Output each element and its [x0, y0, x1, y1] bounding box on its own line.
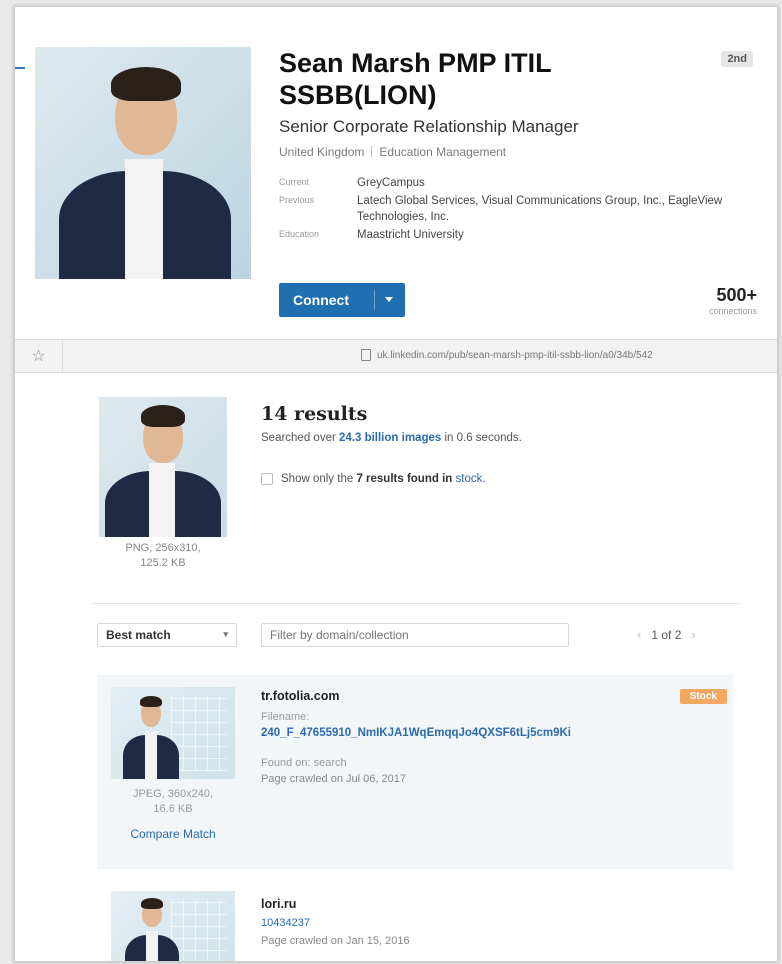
stock-count: 7 results found in	[356, 473, 453, 485]
profile-card: Sean Marsh PMP ITIL SSBB(LION) 2nd Senio…	[25, 21, 769, 339]
profile-location: United Kingdom Education Management	[279, 145, 506, 159]
chevron-down-icon: ▾	[223, 629, 228, 639]
connect-button[interactable]: Connect	[279, 283, 405, 317]
query-meta-line: 125.2 KB	[140, 557, 186, 569]
crawl-date: Page crawled on Jan 15, 2016	[261, 935, 410, 947]
sort-select[interactable]: Best match ▾	[97, 623, 237, 647]
screenshot-frame: Sean Marsh PMP ITIL SSBB(LION) 2nd Senio…	[14, 6, 778, 962]
stats-prefix: Searched over	[261, 432, 336, 444]
domain-filter-input[interactable]	[261, 623, 569, 647]
result-thumbnail[interactable]	[111, 687, 235, 779]
fact-key: Current	[279, 177, 310, 187]
list-item: JPEG, 360x240, 16.6 KB Compare Match tr.…	[97, 675, 733, 869]
search-stats: Searched over 24.3 billion images in 0.6…	[261, 432, 522, 444]
list-item: lori.ru 10434237 Page crawled on Jan 15,…	[97, 883, 733, 961]
connections-count: 500+ connections	[709, 285, 757, 316]
connections-label: connections	[708, 306, 757, 316]
person-illustration	[111, 891, 235, 961]
profile-headline: Senior Corporate Relationship Manager	[279, 117, 579, 136]
stats-count: 24.3 billion images	[339, 432, 442, 444]
results-count-title: 14 results	[261, 403, 368, 425]
url-bar: ☆ uk.linkedin.com/pub/sean-marsh-pmp-iti…	[15, 339, 777, 373]
profile-facts: Current GreyCampus Previous Latech Globa…	[279, 175, 747, 245]
stock-badge: Stock	[679, 689, 727, 704]
compare-match-link[interactable]: Compare Match	[103, 827, 243, 841]
connection-degree-badge: 2nd	[721, 51, 753, 67]
page-indicator: 1 of 2	[651, 627, 682, 642]
stock-link[interactable]: stock	[456, 473, 483, 485]
url-text: uk.linkedin.com/pub/sean-marsh-pmp-itil-…	[377, 349, 653, 361]
person-illustration	[99, 397, 227, 537]
fact-value[interactable]: Maastricht University	[357, 227, 747, 243]
query-image-meta: PNG, 256x310, 125.2 KB	[99, 541, 227, 571]
star-icon[interactable]: ☆	[15, 340, 63, 372]
query-image[interactable]	[99, 397, 227, 537]
stock-prefix: Show only the	[281, 473, 354, 485]
location-text[interactable]: United Kingdom	[279, 145, 364, 159]
filename-link[interactable]: 10434237	[261, 917, 310, 929]
fact-key: Previous	[279, 195, 315, 205]
separator	[371, 146, 373, 157]
industry-text[interactable]: Education Management	[379, 145, 506, 159]
stats-suffix: in 0.6 seconds.	[444, 432, 522, 444]
profile-name: Sean Marsh PMP ITIL SSBB(LION)	[279, 48, 552, 110]
connect-label: Connect	[293, 292, 349, 308]
connections-number: 500+	[716, 285, 757, 305]
profile-photo[interactable]	[35, 47, 251, 279]
found-on: Found on: search	[261, 757, 347, 769]
query-meta-line: PNG, 256x310,	[125, 542, 201, 554]
document-icon	[361, 349, 371, 361]
prev-page-icon[interactable]: ‹	[637, 627, 641, 642]
filename-label: Filename:	[261, 711, 310, 723]
fact-key: Education	[279, 229, 320, 239]
chevron-down-icon[interactable]	[385, 297, 393, 302]
result-domain[interactable]: lori.ru	[261, 897, 296, 911]
meta-line: 16.6 KB	[153, 803, 193, 815]
pagination: ‹ 1 of 2 ›	[637, 627, 696, 642]
divider	[93, 603, 741, 604]
fact-education: Education Maastricht University	[279, 227, 747, 243]
fact-current: Current GreyCampus	[279, 175, 747, 191]
stock-filter-label: Show only the 7 results found in stock.	[281, 473, 486, 485]
fact-value[interactable]: Latech Global Services, Visual Communica…	[357, 193, 747, 225]
filename-link[interactable]: 240_F_47655910_NmIKJA1WqEmqqJo4QXSF6tLj5…	[261, 727, 571, 739]
person-illustration	[111, 687, 235, 779]
result-image-meta: JPEG, 360x240, 16.6 KB	[103, 787, 243, 817]
person-illustration	[35, 47, 251, 279]
stock-filter-checkbox[interactable]	[261, 473, 273, 485]
meta-line: JPEG, 360x240,	[132, 788, 214, 800]
result-thumbnail[interactable]	[111, 891, 235, 961]
profile-url[interactable]: uk.linkedin.com/pub/sean-marsh-pmp-itil-…	[361, 349, 653, 361]
fact-previous: Previous Latech Global Services, Visual …	[279, 193, 747, 225]
next-page-icon[interactable]: ›	[691, 627, 695, 642]
sort-value: Best match	[106, 628, 171, 642]
fact-value[interactable]: GreyCampus	[357, 175, 747, 191]
result-domain[interactable]: tr.fotolia.com	[261, 689, 339, 703]
button-divider	[374, 290, 375, 310]
stock-filter: Show only the 7 results found in stock.	[261, 473, 486, 485]
crawl-date: Page crawled on Jul 06, 2017	[261, 773, 406, 785]
